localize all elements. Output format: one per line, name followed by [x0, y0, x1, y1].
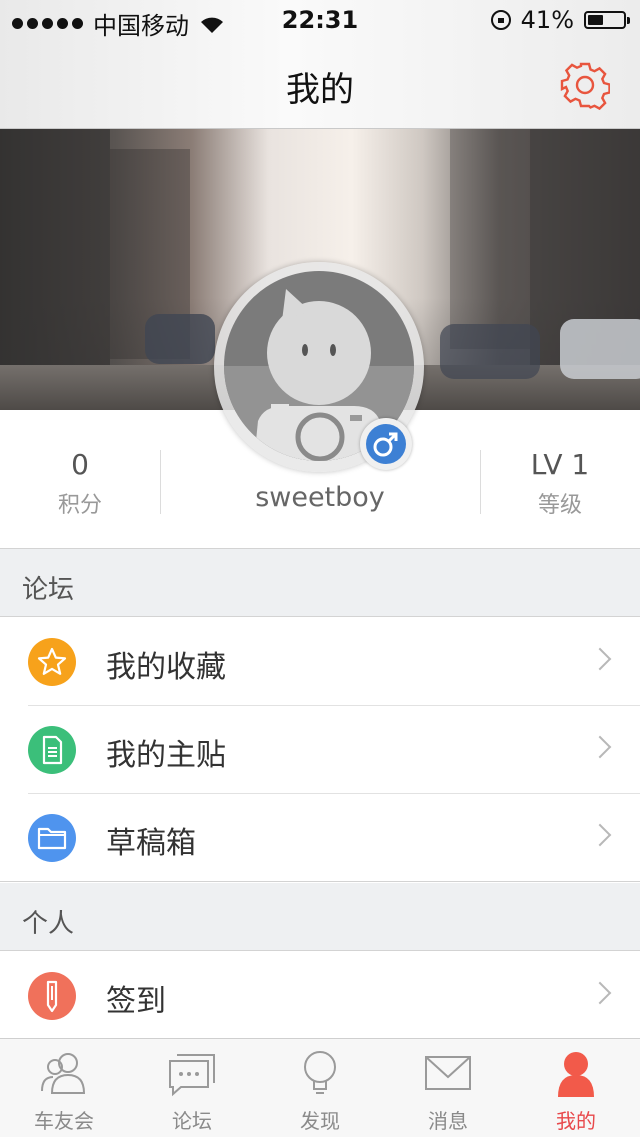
document-icon: [28, 726, 76, 774]
chevron-right-icon: [588, 647, 612, 671]
points-label: 积分: [57, 493, 102, 518]
level-label: 等级: [537, 493, 582, 518]
level-stat[interactable]: LV 1 等级: [500, 448, 620, 519]
chevron-right-icon: [588, 981, 612, 1005]
male-icon: [373, 432, 398, 457]
tab-bar: 车友会 论坛 发现 消息 我的: [0, 1038, 640, 1137]
points-value: 0: [71, 448, 89, 481]
bulb-icon: [304, 1051, 336, 1094]
divider: [480, 450, 481, 514]
list-item-label: 我的主贴: [106, 738, 226, 773]
settings-button[interactable]: [560, 60, 611, 111]
mail-icon: [425, 1056, 471, 1090]
section-header-personal: 个人: [0, 883, 640, 951]
status-right: 41%: [490, 6, 630, 34]
list-item-my-posts[interactable]: 我的主贴: [0, 706, 640, 794]
tab-mine[interactable]: 我的: [512, 1039, 640, 1137]
tab-label: 发现: [300, 1109, 340, 1133]
people-icon: [41, 1053, 86, 1094]
divider: [0, 881, 640, 882]
gear-icon: [560, 62, 611, 111]
list-item-favorites[interactable]: 我的收藏: [0, 618, 640, 706]
folder-icon: [28, 814, 76, 862]
status-bar: 中国移动 22:31 41%: [0, 0, 640, 40]
user-icon: [558, 1052, 594, 1097]
battery-percent: 41%: [520, 6, 574, 34]
chat-icon: [169, 1054, 215, 1097]
rotation-lock-icon: [490, 10, 511, 30]
tab-discover[interactable]: 发现: [256, 1039, 384, 1137]
page-title: 我的: [286, 70, 354, 110]
list-item-label: 签到: [106, 984, 166, 1019]
section-header-forum: 论坛: [0, 549, 640, 617]
tab-messages[interactable]: 消息: [384, 1039, 512, 1137]
tab-car-club[interactable]: 车友会: [0, 1039, 128, 1137]
tab-label: 车友会: [34, 1109, 94, 1133]
list-item-label: 我的收藏: [106, 650, 226, 685]
chevron-right-icon: [588, 823, 612, 847]
star-icon: [28, 638, 76, 686]
tab-label: 消息: [428, 1109, 468, 1133]
chevron-right-icon: [588, 735, 612, 759]
tab-forum[interactable]: 论坛: [128, 1039, 256, 1137]
tab-label: 论坛: [172, 1109, 212, 1133]
list-item-checkin[interactable]: 签到: [0, 952, 640, 1040]
username: sweetboy: [255, 482, 385, 513]
section-title: 论坛: [22, 575, 75, 605]
list-item-drafts[interactable]: 草稿箱: [0, 794, 640, 882]
gender-badge: [360, 418, 412, 470]
list-item-label: 草稿箱: [106, 826, 196, 861]
tab-label: 我的: [556, 1109, 596, 1133]
battery-icon: [584, 11, 630, 29]
points-stat[interactable]: 0 积分: [20, 448, 140, 519]
level-value: LV 1: [530, 448, 590, 481]
pen-icon: [28, 972, 76, 1020]
section-title: 个人: [22, 909, 75, 939]
